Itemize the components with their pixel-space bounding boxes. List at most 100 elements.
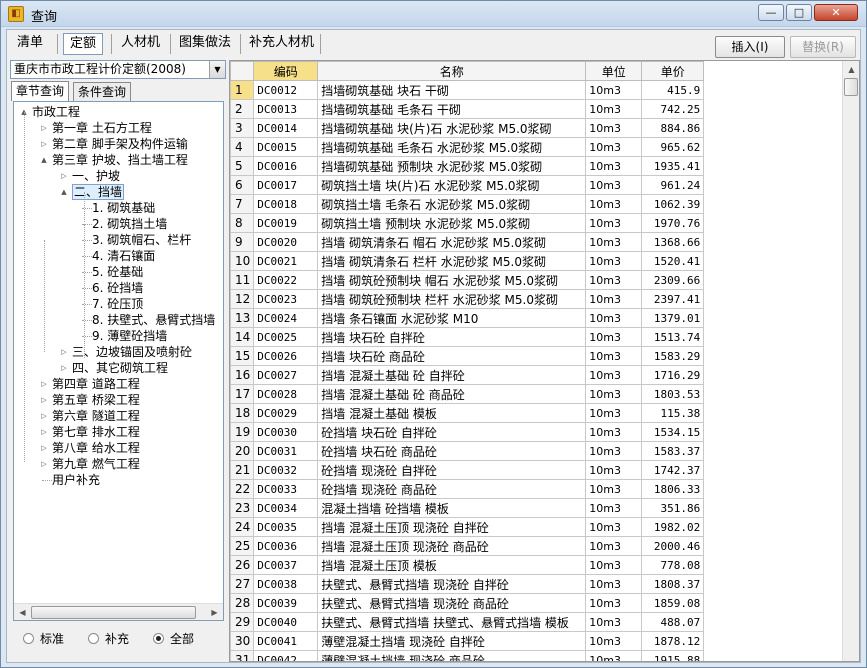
name-cell[interactable]: 挡墙砌筑基础 块石 干砌	[317, 80, 587, 100]
unit-cell[interactable]: 10m3	[585, 517, 643, 537]
unit-cell[interactable]: 10m3	[585, 536, 643, 556]
collapse-triangle-icon[interactable]: ▲	[60, 184, 68, 200]
code-cell[interactable]: DC0028	[253, 384, 319, 404]
price-cell[interactable]: 2309.66	[641, 270, 705, 290]
price-cell[interactable]: 1583.37	[641, 441, 705, 461]
price-cell[interactable]: 1915.88	[641, 650, 705, 661]
table-row[interactable]: 10 DC0021 挡墙 砌筑清条石 栏杆 水泥砂浆 M5.0浆砌 10m3 1520.…	[230, 251, 847, 271]
table-row[interactable]: 11 DC0022 挡墙 砌筑砼预制块 帽石 水泥砂浆 M5.0浆砌 10m3 2309…	[230, 270, 847, 290]
price-cell[interactable]: 1513.74	[641, 327, 705, 347]
expand-triangle-icon[interactable]: ▷	[40, 136, 48, 152]
tree-node-label[interactable]: 9. 薄壁砼挡墙	[92, 328, 167, 344]
unit-cell[interactable]: 10m3	[585, 631, 643, 651]
name-cell[interactable]: 挡墙 块石砼 商品砼	[317, 346, 587, 366]
table-row[interactable]: 23 DC0034 混凝土挡墙 砼挡墙 模板 10m3 351.86	[230, 498, 847, 518]
close-button[interactable]: ✕	[814, 4, 858, 21]
column-header-price[interactable]: 单价	[641, 61, 705, 81]
row-number-cell[interactable]: 26	[230, 555, 255, 575]
row-number-cell[interactable]: 7	[230, 194, 255, 214]
tree-node-label[interactable]: 第九章 燃气工程	[52, 456, 140, 472]
insert-button[interactable]: 插入(I)	[715, 36, 785, 58]
column-header-code[interactable]: 编码	[253, 61, 319, 81]
row-number-cell[interactable]: 25	[230, 536, 255, 556]
tree-node[interactable]: 5. 砼基础	[14, 264, 223, 280]
code-cell[interactable]: DC0017	[253, 175, 319, 195]
price-cell[interactable]: 2000.46	[641, 536, 705, 556]
expand-triangle-icon[interactable]: ▷	[60, 168, 68, 184]
price-cell[interactable]: 1368.66	[641, 232, 705, 252]
price-cell[interactable]: 415.9	[641, 80, 705, 100]
scroll-left-icon[interactable]: ◀	[15, 605, 30, 620]
code-cell[interactable]: DC0033	[253, 479, 319, 499]
collapse-triangle-icon[interactable]: ▲	[40, 152, 48, 168]
unit-cell[interactable]: 10m3	[585, 137, 643, 157]
tree-node-label[interactable]: 2. 砌筑挡土墙	[92, 216, 167, 232]
price-cell[interactable]: 961.24	[641, 175, 705, 195]
tree-node-label[interactable]: 第八章 给水工程	[52, 440, 140, 456]
tab-chapter-search[interactable]: 章节查询	[11, 81, 70, 101]
tree-node[interactable]: 9. 薄壁砼挡墙	[14, 328, 223, 344]
filter-supplement-radio[interactable]: 补充	[88, 630, 129, 647]
name-cell[interactable]: 挡墙 条石镶面 水泥砂浆 M10	[317, 308, 587, 328]
row-number-cell[interactable]: 11	[230, 270, 255, 290]
unit-cell[interactable]: 10m3	[585, 555, 643, 575]
name-cell[interactable]: 挡墙 砌筑砼预制块 帽石 水泥砂浆 M5.0浆砌	[317, 270, 587, 290]
unit-cell[interactable]: 10m3	[585, 650, 643, 661]
price-cell[interactable]: 351.86	[641, 498, 705, 518]
row-number-cell[interactable]: 21	[230, 460, 255, 480]
price-cell[interactable]: 1970.76	[641, 213, 705, 233]
expand-triangle-icon[interactable]: ▷	[40, 456, 48, 472]
table-row[interactable]: 24 DC0035 挡墙 混凝土压顶 现浇砼 自拌砼 10m3 1982.02	[230, 517, 847, 537]
price-cell[interactable]: 115.38	[641, 403, 705, 423]
code-cell[interactable]: DC0029	[253, 403, 319, 423]
tree-node-label[interactable]: 4. 清石镶面	[92, 248, 155, 264]
price-cell[interactable]: 1379.01	[641, 308, 705, 328]
quota-library-select[interactable]: 重庆市市政工程计价定额(2008) ▼	[10, 60, 226, 79]
tab-condition-search[interactable]: 条件查询	[73, 82, 132, 101]
tree-node-label[interactable]: 三、边坡锚固及喷射砼	[72, 344, 192, 360]
tree-node-label[interactable]: 用户补充	[52, 472, 100, 488]
price-cell[interactable]: 2397.41	[641, 289, 705, 309]
row-number-cell[interactable]: 27	[230, 574, 255, 594]
tree-node-label[interactable]: 第一章 土石方工程	[52, 120, 152, 136]
tree-node[interactable]: 6. 砼挡墙	[14, 280, 223, 296]
tree-node[interactable]: 4. 清石镶面	[14, 248, 223, 264]
unit-cell[interactable]: 10m3	[585, 612, 643, 632]
table-row[interactable]: 29 DC0040 扶壁式、悬臂式挡墙 扶壁式、悬臂式挡墙 模板 10m3 488.07	[230, 612, 847, 632]
scrollbar-thumb[interactable]	[844, 78, 858, 96]
code-cell[interactable]: DC0036	[253, 536, 319, 556]
tree-node[interactable]: ▷ 第八章 给水工程	[14, 440, 223, 456]
tree-node-label[interactable]: 5. 砼基础	[92, 264, 143, 280]
price-cell[interactable]: 1878.12	[641, 631, 705, 651]
replace-button[interactable]: 替换(R)	[790, 36, 856, 58]
code-cell[interactable]: DC0040	[253, 612, 319, 632]
table-row[interactable]: 2 DC0013 挡墙砌筑基础 毛条石 干砌 10m3 742.25	[230, 99, 847, 119]
tree-node-label[interactable]: 一、护坡	[72, 168, 120, 184]
name-cell[interactable]: 薄壁混凝土挡墙 现浇砼 自拌砼	[317, 631, 587, 651]
row-number-cell[interactable]: 2	[230, 99, 255, 119]
table-row[interactable]: 26 DC0037 挡墙 混凝土压顶 模板 10m3 778.08	[230, 555, 847, 575]
table-row[interactable]: 17 DC0028 挡墙 混凝土基础 砼 商品砼 10m3 1803.53	[230, 384, 847, 404]
tree-node[interactable]: ▷ 第六章 隧道工程	[14, 408, 223, 424]
column-header-unit[interactable]: 单位	[585, 61, 643, 81]
name-cell[interactable]: 挡墙砌筑基础 块(片)石 水泥砂浆 M5.0浆砌	[317, 118, 587, 138]
unit-cell[interactable]: 10m3	[585, 441, 643, 461]
name-cell[interactable]: 挡墙砌筑基础 预制块 水泥砂浆 M5.0浆砌	[317, 156, 587, 176]
price-cell[interactable]: 1806.33	[641, 479, 705, 499]
tree-node-label[interactable]: 6. 砼挡墙	[92, 280, 143, 296]
tree-node[interactable]: ▷ 一、护坡	[14, 168, 223, 184]
name-cell[interactable]: 挡墙砌筑基础 毛条石 水泥砂浆 M5.0浆砌	[317, 137, 587, 157]
table-row[interactable]: 7 DC0018 砌筑挡土墙 毛条石 水泥砂浆 M5.0浆砌 10m3 1062.39	[230, 194, 847, 214]
price-cell[interactable]: 488.07	[641, 612, 705, 632]
tree-node-label[interactable]: 二、挡墙	[72, 184, 125, 200]
row-number-cell[interactable]: 1	[230, 80, 255, 100]
name-cell[interactable]: 挡墙砌筑基础 毛条石 干砌	[317, 99, 587, 119]
table-row[interactable]: 31 DC0042 薄壁混凝土挡墙 现浇砼 商品砼 10m3 1915.88	[230, 650, 847, 661]
code-cell[interactable]: DC0041	[253, 631, 319, 651]
tree-node[interactable]: 2. 砌筑挡土墙	[14, 216, 223, 232]
table-row[interactable]: 28 DC0039 扶壁式、悬臂式挡墙 现浇砼 商品砼 10m3 1859.08	[230, 593, 847, 613]
tree-node-label[interactable]: 第四章 道路工程	[52, 376, 140, 392]
table-row[interactable]: 12 DC0023 挡墙 砌筑砼预制块 栏杆 水泥砂浆 M5.0浆砌 10m3 2397…	[230, 289, 847, 309]
name-cell[interactable]: 砌筑挡土墙 预制块 水泥砂浆 M5.0浆砌	[317, 213, 587, 233]
tree-node[interactable]: ▷ 第二章 脚手架及构件运输	[14, 136, 223, 152]
